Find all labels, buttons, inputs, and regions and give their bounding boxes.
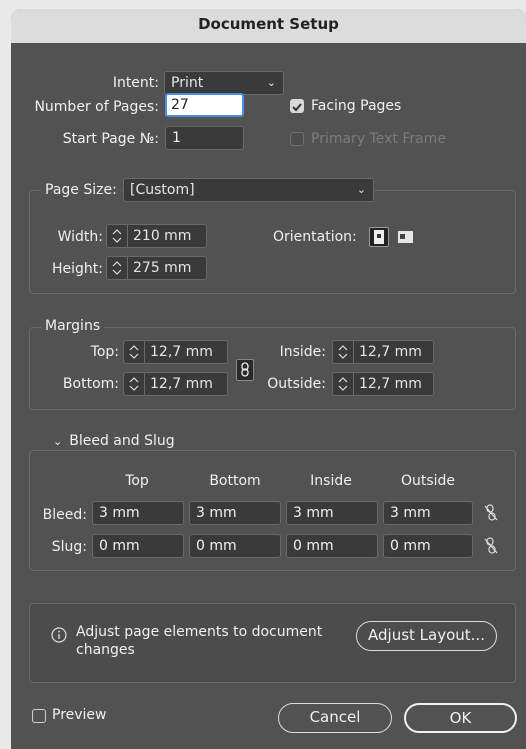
margin-outside-value: 12,7 mm [359, 376, 422, 392]
width-stepper[interactable]: 210 mm [106, 224, 207, 248]
number-of-pages-input[interactable]: 27 [165, 93, 244, 117]
margin-top-stepper[interactable]: 12,7 mm [123, 340, 228, 364]
column-header-top: Top [125, 473, 149, 489]
height-stepper[interactable]: 275 mm [106, 256, 207, 280]
cancel-button[interactable]: Cancel [278, 703, 392, 733]
bleed-label: Bleed: [42, 507, 87, 523]
adjust-message: Adjust page elements to document changes [76, 624, 323, 658]
preview-label: Preview [52, 707, 107, 723]
margins-title: Margins [41, 318, 105, 334]
bleed-bottom-input[interactable]: 3 mm [189, 501, 281, 525]
info-icon [51, 627, 67, 643]
facing-pages-label: Facing Pages [311, 98, 402, 114]
unlink-slug-icon[interactable] [483, 536, 499, 556]
slug-top-input[interactable]: 0 mm [92, 534, 184, 558]
orientation-label: Orientation: [273, 229, 357, 245]
preview-checkbox[interactable] [32, 709, 46, 723]
intent-value: Print [171, 75, 204, 91]
margin-bottom-label: Bottom: [62, 376, 119, 392]
intent-label: Intent: [112, 75, 159, 91]
slug-label: Slug: [51, 539, 87, 555]
margin-bottom-value: 12,7 mm [150, 376, 213, 392]
stepper-arrows-icon[interactable] [107, 257, 128, 279]
document-setup-dialog: Document Setup Intent: Print ⌄ Number of… [11, 9, 526, 749]
stepper-arrows-icon[interactable] [333, 373, 354, 395]
stepper-arrows-icon[interactable] [124, 341, 145, 363]
width-label: Width: [57, 229, 103, 245]
chevron-down-icon: ⌄ [266, 76, 276, 89]
stepper-arrows-icon[interactable] [124, 373, 145, 395]
primary-text-frame-label: Primary Text Frame [311, 131, 446, 147]
bleed-inside-input[interactable]: 3 mm [286, 501, 378, 525]
chevron-down-icon: ⌄ [356, 183, 366, 196]
height-value: 275 mm [133, 260, 192, 276]
stepper-arrows-icon[interactable] [333, 341, 354, 363]
primary-text-frame-checkbox[interactable] [290, 132, 304, 146]
margin-inside-value: 12,7 mm [359, 344, 422, 360]
portrait-orientation-icon[interactable] [369, 227, 389, 247]
page-size-label: Page Size: [41, 182, 121, 198]
slug-bottom-input[interactable]: 0 mm [189, 534, 281, 558]
margin-bottom-stepper[interactable]: 12,7 mm [123, 372, 228, 396]
adjust-layout-button[interactable]: Adjust Layout... [356, 621, 497, 651]
margin-inside-label: Inside: [279, 344, 326, 360]
landscape-orientation-icon[interactable] [397, 229, 415, 245]
page-size-value: [Custom] [130, 182, 195, 198]
margin-top-label: Top: [90, 344, 119, 360]
page-size-select[interactable]: [Custom] ⌄ [123, 178, 374, 202]
column-header-inside: Inside [310, 473, 352, 489]
margin-inside-stepper[interactable]: 12,7 mm [332, 340, 434, 364]
slug-inside-input[interactable]: 0 mm [286, 534, 378, 558]
bleed-slug-header[interactable]: ⌄ Bleed and Slug [49, 433, 179, 449]
dialog-title: Document Setup [11, 9, 526, 43]
margin-top-value: 12,7 mm [150, 344, 213, 360]
unlink-bleed-icon[interactable] [483, 503, 499, 523]
chevron-down-icon[interactable]: ⌄ [53, 435, 62, 448]
bleed-slug-title: Bleed and Slug [69, 433, 175, 449]
start-page-label: Start Page №: [62, 131, 159, 147]
bleed-outside-input[interactable]: 3 mm [383, 501, 473, 525]
column-header-outside: Outside [400, 473, 456, 489]
margins-group [29, 327, 516, 410]
margin-outside-label: Outside: [267, 376, 326, 392]
bleed-top-input[interactable]: 3 mm [92, 501, 184, 525]
start-page-input[interactable]: 1 [165, 126, 244, 150]
margin-outside-stepper[interactable]: 12,7 mm [332, 372, 434, 396]
checkmark-icon [292, 103, 302, 112]
ok-button[interactable]: OK [404, 703, 517, 733]
link-margins-icon[interactable] [236, 359, 254, 381]
height-label: Height: [52, 261, 103, 277]
number-of-pages-label: Number of Pages: [34, 99, 159, 115]
facing-pages-checkbox[interactable] [290, 99, 304, 113]
width-value: 210 mm [133, 228, 192, 244]
stepper-arrows-icon[interactable] [107, 225, 128, 247]
slug-outside-input[interactable]: 0 mm [383, 534, 473, 558]
intent-select[interactable]: Print ⌄ [164, 71, 284, 95]
column-header-bottom: Bottom [209, 473, 261, 489]
